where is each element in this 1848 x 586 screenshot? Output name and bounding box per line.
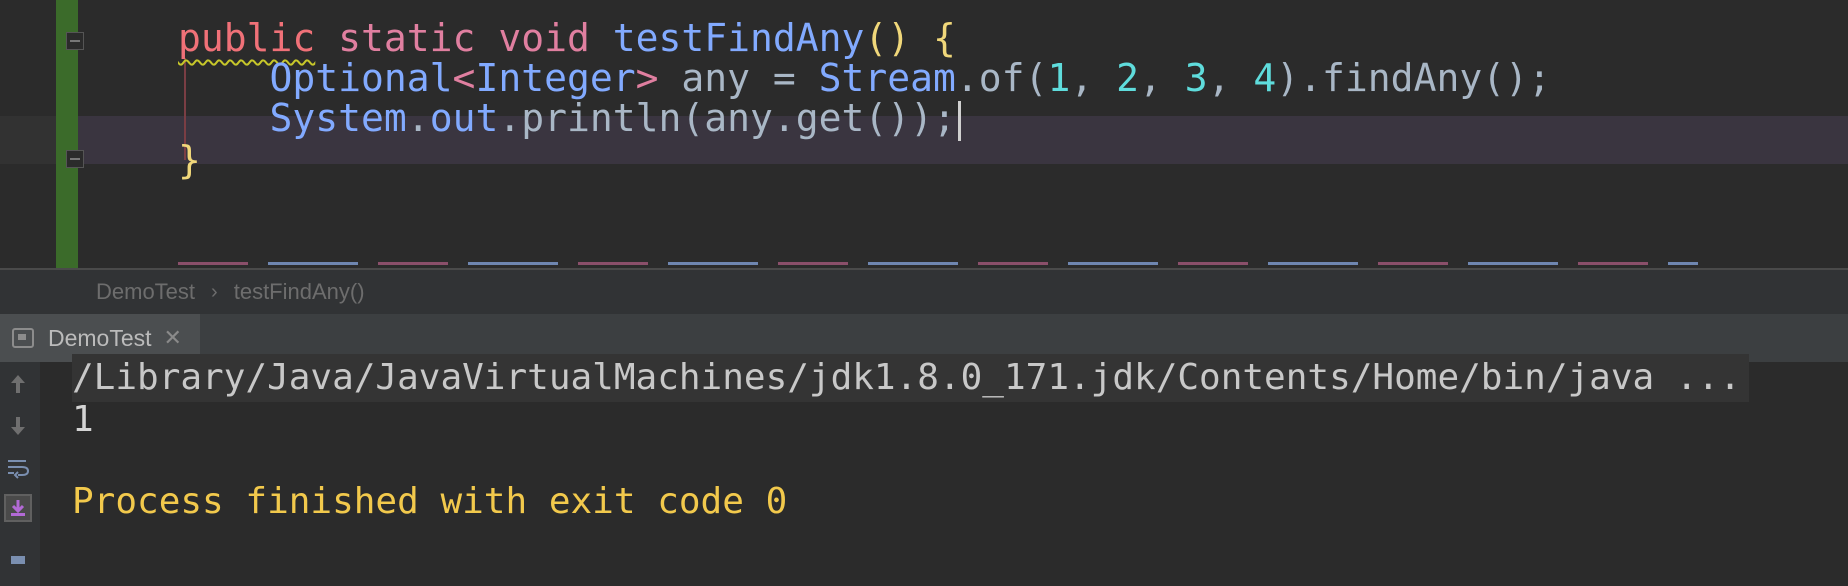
close-icon[interactable]: ✕: [164, 325, 182, 351]
class-system: System: [269, 96, 407, 140]
console-command-line: /Library/Java/JavaVirtualMachines/jdk1.8…: [72, 354, 1749, 402]
field-out: out: [429, 96, 499, 140]
scroll-to-end-icon[interactable]: [4, 494, 32, 522]
comma: ,: [1070, 56, 1117, 100]
comma: ,: [1138, 56, 1185, 100]
dot: .: [406, 96, 430, 140]
number-literal: 1: [1047, 56, 1071, 100]
find-any-call: ).findAny();: [1276, 56, 1551, 100]
code-editor[interactable]: public static void testFindAny() { Optio…: [0, 0, 1848, 268]
run-console[interactable]: /Library/Java/JavaVirtualMachines/jdk1.8…: [0, 354, 1848, 586]
up-arrow-icon[interactable]: [4, 370, 32, 398]
print-icon[interactable]: [4, 542, 32, 570]
console-toolbar: [0, 362, 40, 586]
fold-icon[interactable]: [66, 32, 84, 50]
breadcrumb: DemoTest › testFindAny(): [0, 268, 1848, 314]
comma: ,: [1207, 56, 1254, 100]
close-brace: }: [178, 138, 201, 182]
text-caret: [957, 100, 961, 141]
breadcrumb-class[interactable]: DemoTest: [96, 279, 195, 305]
number-literal: 3: [1184, 56, 1208, 100]
number-literal: 4: [1253, 56, 1277, 100]
soft-wrap-icon[interactable]: [4, 454, 32, 482]
of-call: .of(: [955, 56, 1048, 100]
partially-visible-code-line: [178, 256, 1698, 268]
breadcrumb-method[interactable]: testFindAny(): [234, 279, 365, 305]
number-literal: 2: [1116, 56, 1139, 100]
console-output-line: 1: [72, 399, 94, 440]
down-arrow-icon[interactable]: [4, 412, 32, 440]
println-call: .println(any.get());: [498, 96, 956, 140]
code-line-println[interactable]: System.out.println(any.get());: [178, 94, 961, 142]
code-line-close-brace[interactable]: }: [178, 136, 201, 184]
run-tab-label: DemoTest: [48, 324, 152, 351]
console-exit-message: Process finished with exit code 0: [72, 481, 788, 522]
run-config-icon: [12, 328, 34, 348]
breadcrumb-separator: ›: [211, 280, 218, 303]
fold-icon[interactable]: [66, 150, 84, 168]
